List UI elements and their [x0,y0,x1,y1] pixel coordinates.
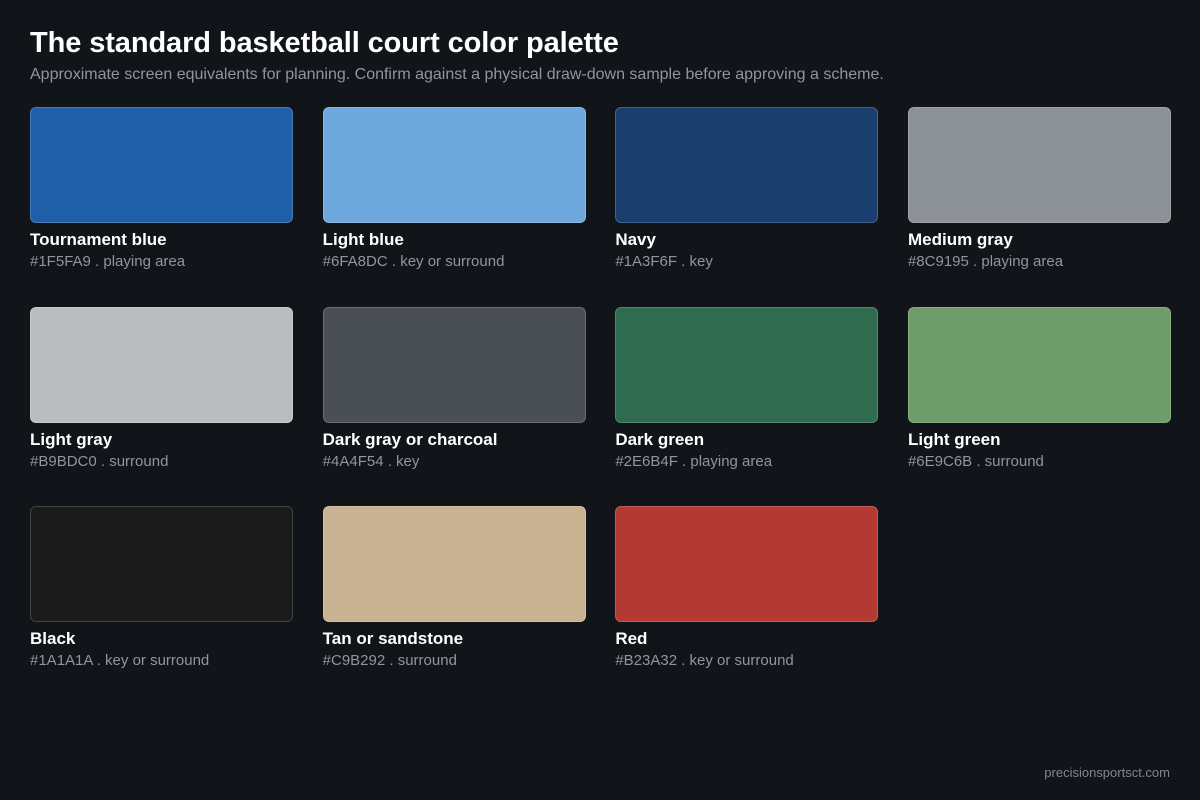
swatch-card: Light gray #B9BDC0 . surround [30,306,293,507]
swatch-name: Light blue [322,230,404,249]
swatch-card: Dark green #2E6B4F . playing area [615,306,879,507]
page-subtitle: Approximate screen equivalents for plann… [30,66,884,83]
swatch-meta: #4A4F54 . key [322,452,420,470]
swatch-card: Light green #6E9C6B . surround [907,306,1171,507]
swatch-name: Navy [615,230,656,249]
swatch-color-chip [30,306,293,423]
swatch-grid: Tournament blue #1F5FA9 . playing area Lig… [30,107,1171,706]
footer-credit: precisionsportsct.com [1044,765,1170,780]
swatch-color-chip [322,107,586,223]
swatch-card: Light blue #6FA8DC . key or surround [322,107,586,307]
swatch-color-chip [907,306,1171,423]
swatch-name: Light gray [30,429,113,449]
swatch-name: Light green [907,429,1001,449]
swatch-meta: #1A3F6F . key [615,253,713,270]
palette-page: The standard basketball court color pale… [0,0,1200,800]
swatch-name: Medium gray [907,230,1013,249]
swatch-meta: #B23A32 . key or surround [615,652,794,669]
swatch-color-chip [615,107,879,223]
swatch-name: Tournament blue [30,230,167,249]
swatch-card: Navy #1A3F6F . key [615,107,879,307]
swatch-color-chip [615,506,879,622]
page-title: The standard basketball court color pale… [30,27,619,59]
swatch-meta: #B9BDC0 . surround [30,452,169,470]
swatch-color-chip [615,306,879,423]
swatch-meta: #8C9195 . playing area [907,253,1064,270]
swatch-name: Red [615,629,648,648]
swatch-meta: #1F5FA9 . playing area [30,253,186,270]
swatch-meta: #6E9C6B . surround [907,452,1044,470]
swatch-name: Dark green [615,429,705,449]
swatch-meta: #1A1A1A . key or surround [30,652,210,669]
swatch-card: Medium gray #8C9195 . playing area [907,107,1171,307]
swatch-name: Dark gray or charcoal [322,429,498,449]
swatch-card: Red #B23A32 . key or surround [615,506,879,706]
swatch-meta: #2E6B4F . playing area [615,452,773,470]
swatch-card: Black #1A1A1A . key or surround [30,506,293,706]
swatch-color-chip [30,506,293,622]
swatch-color-chip [907,107,1171,223]
swatch-meta: #C9B292 . surround [322,652,457,669]
swatch-meta: #6FA8DC . key or surround [322,253,505,270]
swatch-name: Black [30,629,76,648]
swatch-color-chip [322,306,586,423]
swatch-card: Tournament blue #1F5FA9 . playing area [30,107,293,307]
swatch-card: Dark gray or charcoal #4A4F54 . key [322,306,586,507]
swatch-color-chip [322,506,586,622]
swatch-name: Tan or sandstone [322,629,464,648]
swatch-card: Tan or sandstone #C9B292 . surround [322,506,586,706]
swatch-color-chip [30,107,293,223]
